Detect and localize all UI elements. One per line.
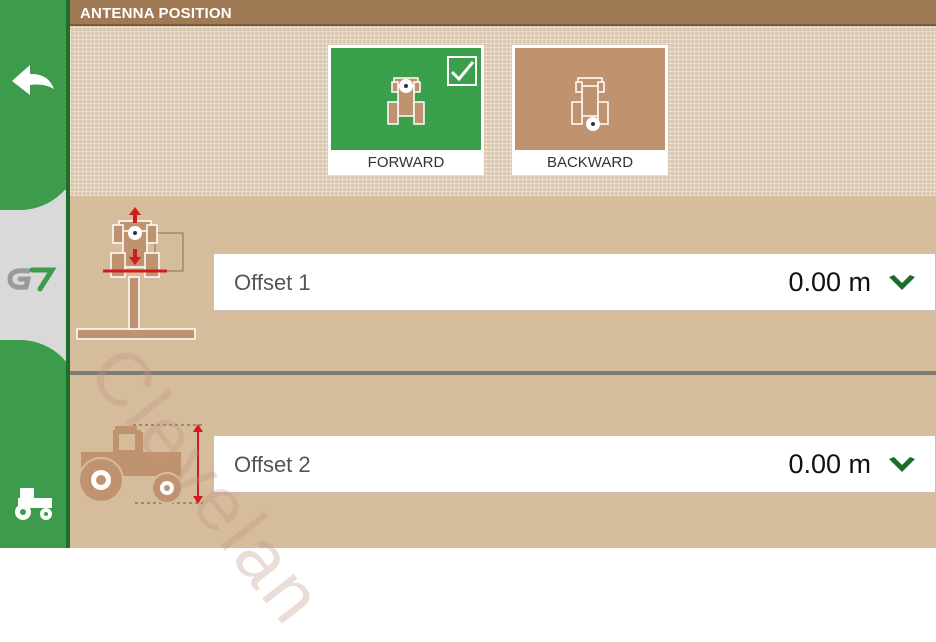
tractor-top-view-antenna-rear-icon: [571, 77, 609, 131]
offset2-diagram: [75, 420, 210, 510]
forward-option-button[interactable]: FORWARD: [328, 45, 484, 175]
page-title: ANTENNA POSITION: [80, 5, 232, 22]
backward-tile: [515, 48, 665, 150]
tractor-nav-button[interactable]: [10, 482, 56, 522]
chevron-down-icon: [889, 275, 915, 290]
g7-logo: [6, 265, 58, 293]
offset1-diagram: [75, 205, 200, 345]
tractor-icon: [15, 488, 52, 520]
offset2-label: Offset 2: [234, 452, 311, 477]
sidebar: [0, 0, 70, 548]
backward-label: BACKWARD: [546, 154, 634, 171]
antenna-position-options: [70, 26, 936, 196]
selected-checkbox: [447, 56, 477, 86]
offset1-value: 0.00 m: [788, 267, 871, 297]
offset2-dropdown[interactable]: Offset 2 0.00 m: [213, 435, 936, 493]
checkmark-icon: [450, 61, 475, 82]
offset1-label: Offset 1: [234, 270, 311, 295]
backward-option-button[interactable]: BACKWARD: [512, 45, 668, 175]
offset1-dropdown[interactable]: Offset 1 0.00 m: [213, 253, 936, 311]
forward-tile: [331, 48, 481, 150]
back-arrow-icon: [12, 65, 54, 95]
page-header: ANTENNA POSITION: [70, 0, 936, 26]
offset2-value: 0.00 m: [788, 449, 871, 479]
chevron-down-icon: [889, 457, 915, 472]
forward-label: FORWARD: [367, 154, 445, 171]
back-button[interactable]: [6, 55, 58, 107]
